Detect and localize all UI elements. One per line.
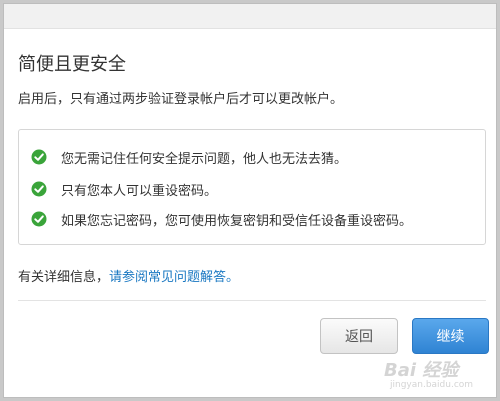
check-circle-icon (31, 149, 47, 165)
feature-item: 如果您忘记密码，您可使用恢复密钥和受信任设备重设密码。 (31, 209, 412, 229)
check-circle-icon (31, 181, 47, 197)
watermark-logo: Bai 经验 jingyan.baidu.com (384, 356, 494, 396)
faq-link[interactable]: 请参阅常见问题解答。 (109, 270, 239, 285)
feature-text: 您无需记住任何安全提示问题，他人也无法去猜。 (61, 151, 348, 167)
dialog-window: 简便且更安全 启用后，只有通过两步验证登录帐户后才可以更改帐户。 您无需记住任何… (3, 3, 497, 398)
feature-text: 只有您本人可以重设密码。 (61, 183, 218, 199)
dialog-top-bar (4, 4, 496, 29)
continue-button[interactable]: 继续 (412, 318, 489, 354)
check-circle-icon (31, 211, 47, 227)
feature-item: 您无需记住任何安全提示问题，他人也无法去猜。 (31, 147, 347, 167)
feature-item: 只有您本人可以重设密码。 (31, 179, 217, 199)
more-info-line: 有关详细信息，请参阅常见问题解答。 (18, 266, 239, 285)
back-button[interactable]: 返回 (320, 318, 398, 354)
watermark-url: jingyan.baidu.com (390, 380, 474, 390)
dialog-title: 简便且更安全 (18, 54, 126, 75)
feature-text: 如果您忘记密码，您可使用恢复密钥和受信任设备重设密码。 (61, 213, 413, 229)
more-info-prefix: 有关详细信息， (18, 270, 110, 285)
divider (18, 300, 486, 301)
feature-list: 您无需记住任何安全提示问题，他人也无法去猜。 只有您本人可以重设密码。 如果您忘… (18, 129, 486, 245)
watermark-logo-text: Bai 经验 (384, 360, 459, 381)
dialog-description: 启用后，只有通过两步验证登录帐户后才可以更改帐户。 (18, 92, 344, 107)
